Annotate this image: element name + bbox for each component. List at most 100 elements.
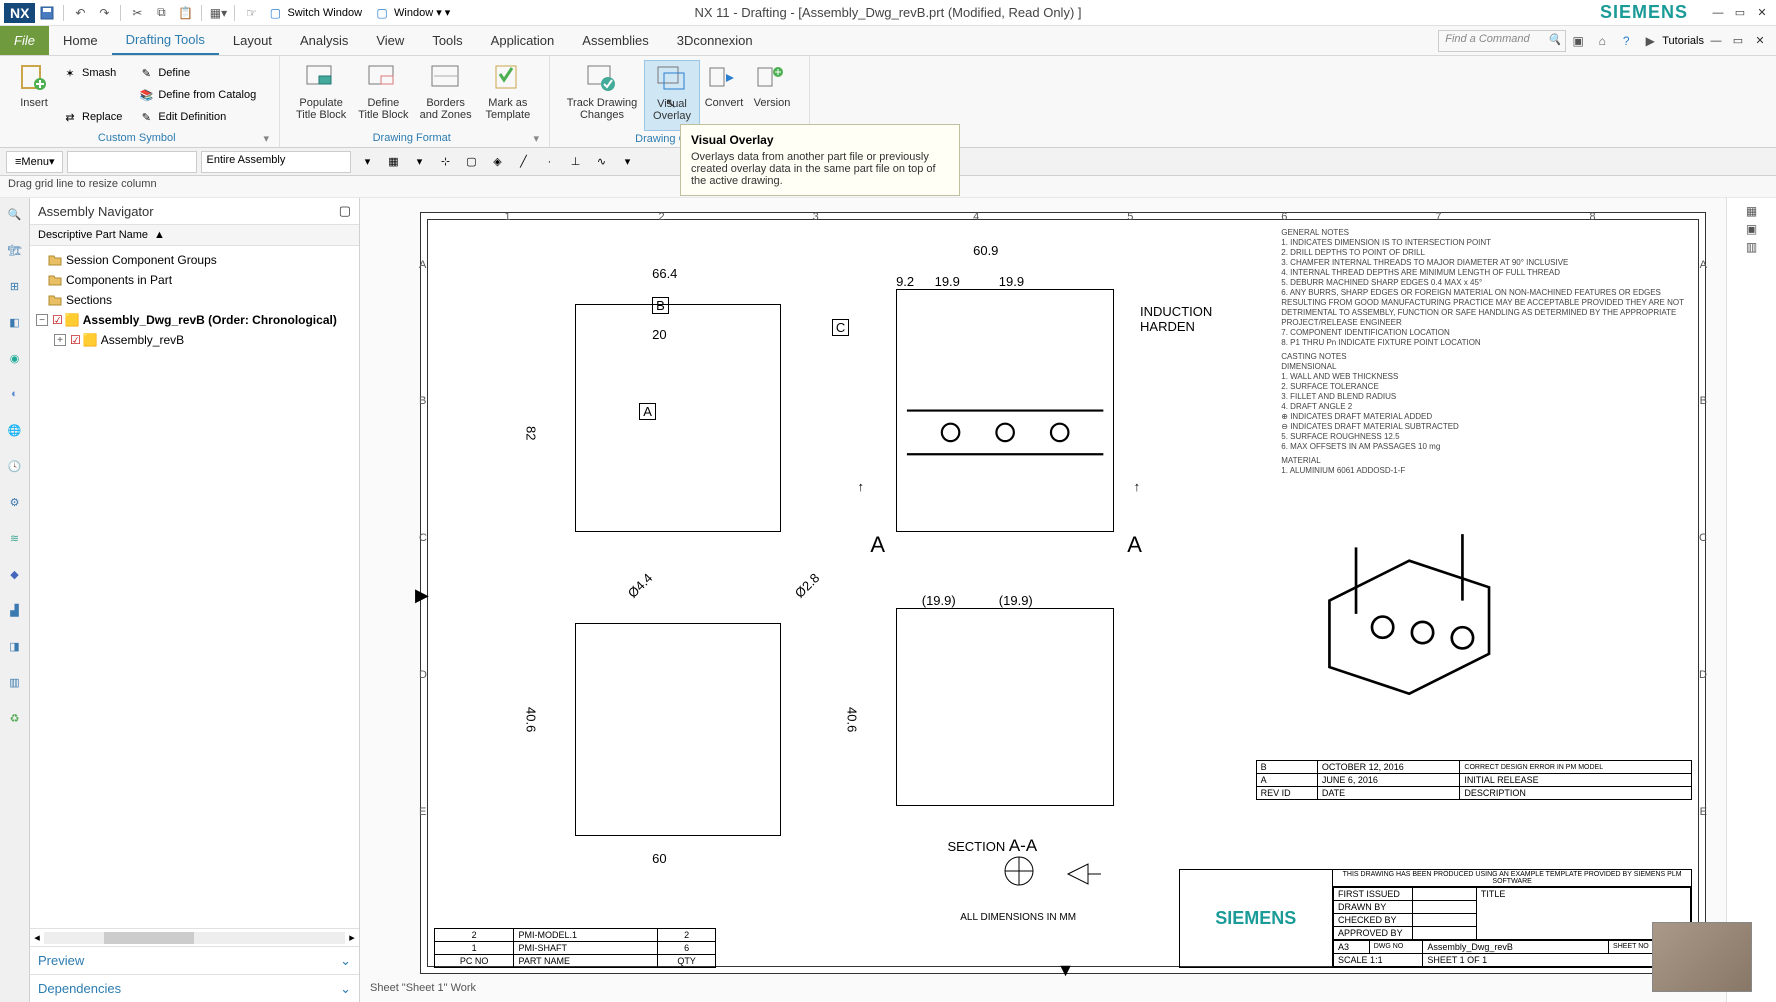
tab-view[interactable]: View: [362, 26, 418, 55]
undo-icon[interactable]: ↶: [71, 4, 89, 22]
edit-definition-button[interactable]: ✎Edit Definition: [138, 106, 256, 128]
paste-icon[interactable]: 📋: [176, 4, 194, 22]
tooltip-title: Visual Overlay: [691, 133, 949, 147]
switch-window-icon[interactable]: ▢: [266, 4, 284, 22]
repeat-icon[interactable]: ▣: [1569, 32, 1587, 50]
insert-button[interactable]: Insert: [10, 60, 58, 130]
title-bar: NX ↶ ↷ ✂ ⧉ 📋 ▦▾ ☞ ▢ Switch Window ▢ Wind…: [0, 0, 1776, 26]
minimize-icon[interactable]: —: [1708, 4, 1728, 22]
tab-file[interactable]: File: [0, 26, 49, 55]
rail-constraint-icon[interactable]: ⊞: [3, 274, 27, 298]
convert-button[interactable]: Convert: [700, 60, 748, 131]
redo-icon[interactable]: ↷: [95, 4, 113, 22]
tutorials-icon[interactable]: ▶: [1641, 32, 1659, 50]
rail-assembly-icon[interactable]: 🏗: [3, 238, 27, 262]
rail-process-icon[interactable]: ⚙: [3, 490, 27, 514]
rail-z-icon[interactable]: ♻: [3, 706, 27, 730]
rail-part-icon[interactable]: ◧: [3, 310, 27, 334]
version-button[interactable]: Version: [748, 60, 796, 131]
drawing-canvas[interactable]: 12345678 ABCDE ABCDE 66.4 60.9 20 82 9.2…: [360, 198, 1726, 1002]
menu-dropdown[interactable]: ≡ Menu ▾: [6, 151, 63, 173]
borders-zones-button[interactable]: Borders and Zones: [415, 60, 477, 130]
rr-icon-3[interactable]: ▥: [1743, 238, 1761, 256]
rail-history-icon[interactable]: 🕓: [3, 454, 27, 478]
doc-close-icon[interactable]: ✕: [1750, 32, 1770, 50]
select-icon-1[interactable]: ▦: [381, 151, 405, 173]
tab-analysis[interactable]: Analysis: [286, 26, 362, 55]
rail-y-icon[interactable]: ▥: [3, 670, 27, 694]
help-icon[interactable]: ?: [1617, 32, 1635, 50]
visual-overlay-button[interactable]: Visual Overlay↖: [644, 60, 700, 131]
touch-icon[interactable]: ☞: [242, 4, 260, 22]
tree-session-groups[interactable]: Session Component Groups: [36, 250, 353, 270]
navigator-hscroll[interactable]: ◂▸: [30, 928, 359, 946]
nx-logo: NX: [4, 3, 35, 23]
track-changes-button[interactable]: Track Drawing Changes: [560, 60, 644, 131]
snap-more-icon[interactable]: ▾: [615, 151, 639, 173]
doc-minimize-icon[interactable]: —: [1706, 32, 1726, 50]
switch-window-label[interactable]: Switch Window: [287, 7, 362, 19]
snap-toggle[interactable]: ◈: [485, 151, 509, 173]
define-catalog-button[interactable]: 📚Define from Catalog: [138, 84, 256, 106]
doc-restore-icon[interactable]: ▭: [1728, 32, 1748, 50]
populate-title-block-button[interactable]: Populate Title Block: [290, 60, 352, 130]
tab-3dconnexion[interactable]: 3Dconnexion: [663, 26, 767, 55]
cut-icon[interactable]: ✂: [128, 4, 146, 22]
tab-assemblies[interactable]: Assemblies: [568, 26, 662, 55]
close-icon[interactable]: ✕: [1752, 4, 1772, 22]
tree-components-in-part[interactable]: Components in Part: [36, 270, 353, 290]
snap-icon-2[interactable]: ▢: [459, 151, 483, 173]
siemens-logo: SIEMENS: [1600, 2, 1688, 23]
column-header[interactable]: Descriptive Part Name ▲: [30, 224, 359, 246]
tree-sections[interactable]: Sections: [36, 290, 353, 310]
selection-filter[interactable]: [67, 151, 197, 173]
select-icon-2[interactable]: ▾: [407, 151, 431, 173]
rr-icon-2[interactable]: ▣: [1743, 220, 1761, 238]
recent-icon[interactable]: ▦▾: [209, 4, 227, 22]
group-custom-symbol: Custom Symbol ▾: [10, 130, 269, 145]
tab-drafting-tools[interactable]: Drafting Tools: [112, 26, 219, 55]
navigator-tree[interactable]: Session Component Groups Components in P…: [30, 246, 359, 928]
snap-line-icon[interactable]: ╱: [511, 151, 535, 173]
cursor-icon: ↖: [665, 95, 677, 112]
rail-roles-icon[interactable]: ▟: [3, 598, 27, 622]
snap-curve-icon[interactable]: ∿: [589, 151, 613, 173]
rail-visual-icon[interactable]: ◆: [3, 562, 27, 586]
assembly-filter[interactable]: Entire Assembly: [201, 151, 351, 173]
rail-finder-icon[interactable]: 🔍: [3, 202, 27, 226]
home-icon[interactable]: ⌂: [1593, 32, 1611, 50]
define-button[interactable]: ✎Define: [138, 62, 256, 84]
rail-layers-icon[interactable]: ≋: [3, 526, 27, 550]
tree-assembly-dwg[interactable]: −☑🟨Assembly_Dwg_revB (Order: Chronologic…: [36, 310, 353, 330]
mark-template-button[interactable]: Mark as Template: [477, 60, 539, 130]
window-dropdown[interactable]: Window ▾ ▾: [394, 6, 450, 19]
snap-mid-icon[interactable]: ⊥: [563, 151, 587, 173]
snap-point-icon[interactable]: ·: [537, 151, 561, 173]
rr-icon-1[interactable]: ▦: [1743, 202, 1761, 220]
tree-assembly-revb[interactable]: +☑🟨Assembly_revB: [36, 330, 353, 350]
find-command-input[interactable]: Find a Command🔍: [1438, 30, 1566, 52]
rail-reuse-icon[interactable]: ◉: [3, 346, 27, 370]
chevron-down-icon: ⌄: [340, 953, 351, 969]
search-icon[interactable]: 🔍: [1548, 33, 1562, 46]
copy-icon[interactable]: ⧉: [152, 4, 170, 22]
tab-layout[interactable]: Layout: [219, 26, 286, 55]
rail-browser-icon[interactable]: 🌐: [3, 418, 27, 442]
save-icon[interactable]: [38, 4, 56, 22]
preview-section[interactable]: Preview⌄: [30, 946, 359, 974]
dependencies-section[interactable]: Dependencies⌄: [30, 974, 359, 1002]
navigator-pin-icon[interactable]: ▢: [339, 203, 351, 219]
restore-icon[interactable]: ▭: [1730, 4, 1750, 22]
filter-icon[interactable]: ▾: [355, 151, 379, 173]
define-title-block-button[interactable]: Define Title Block: [352, 60, 414, 130]
rail-hd3d-icon[interactable]: ◐: [3, 382, 27, 406]
tab-home[interactable]: Home: [49, 26, 112, 55]
tutorials-label[interactable]: Tutorials: [1662, 35, 1704, 47]
tab-application[interactable]: Application: [477, 26, 569, 55]
replace-button[interactable]: ⇄Replace: [62, 106, 122, 128]
snap-icon-1[interactable]: ⊹: [433, 151, 457, 173]
smash-button[interactable]: ✶Smash: [62, 62, 122, 84]
tab-tools[interactable]: Tools: [418, 26, 476, 55]
rail-x-icon[interactable]: ◨: [3, 634, 27, 658]
window-icon[interactable]: ▢: [373, 4, 391, 22]
